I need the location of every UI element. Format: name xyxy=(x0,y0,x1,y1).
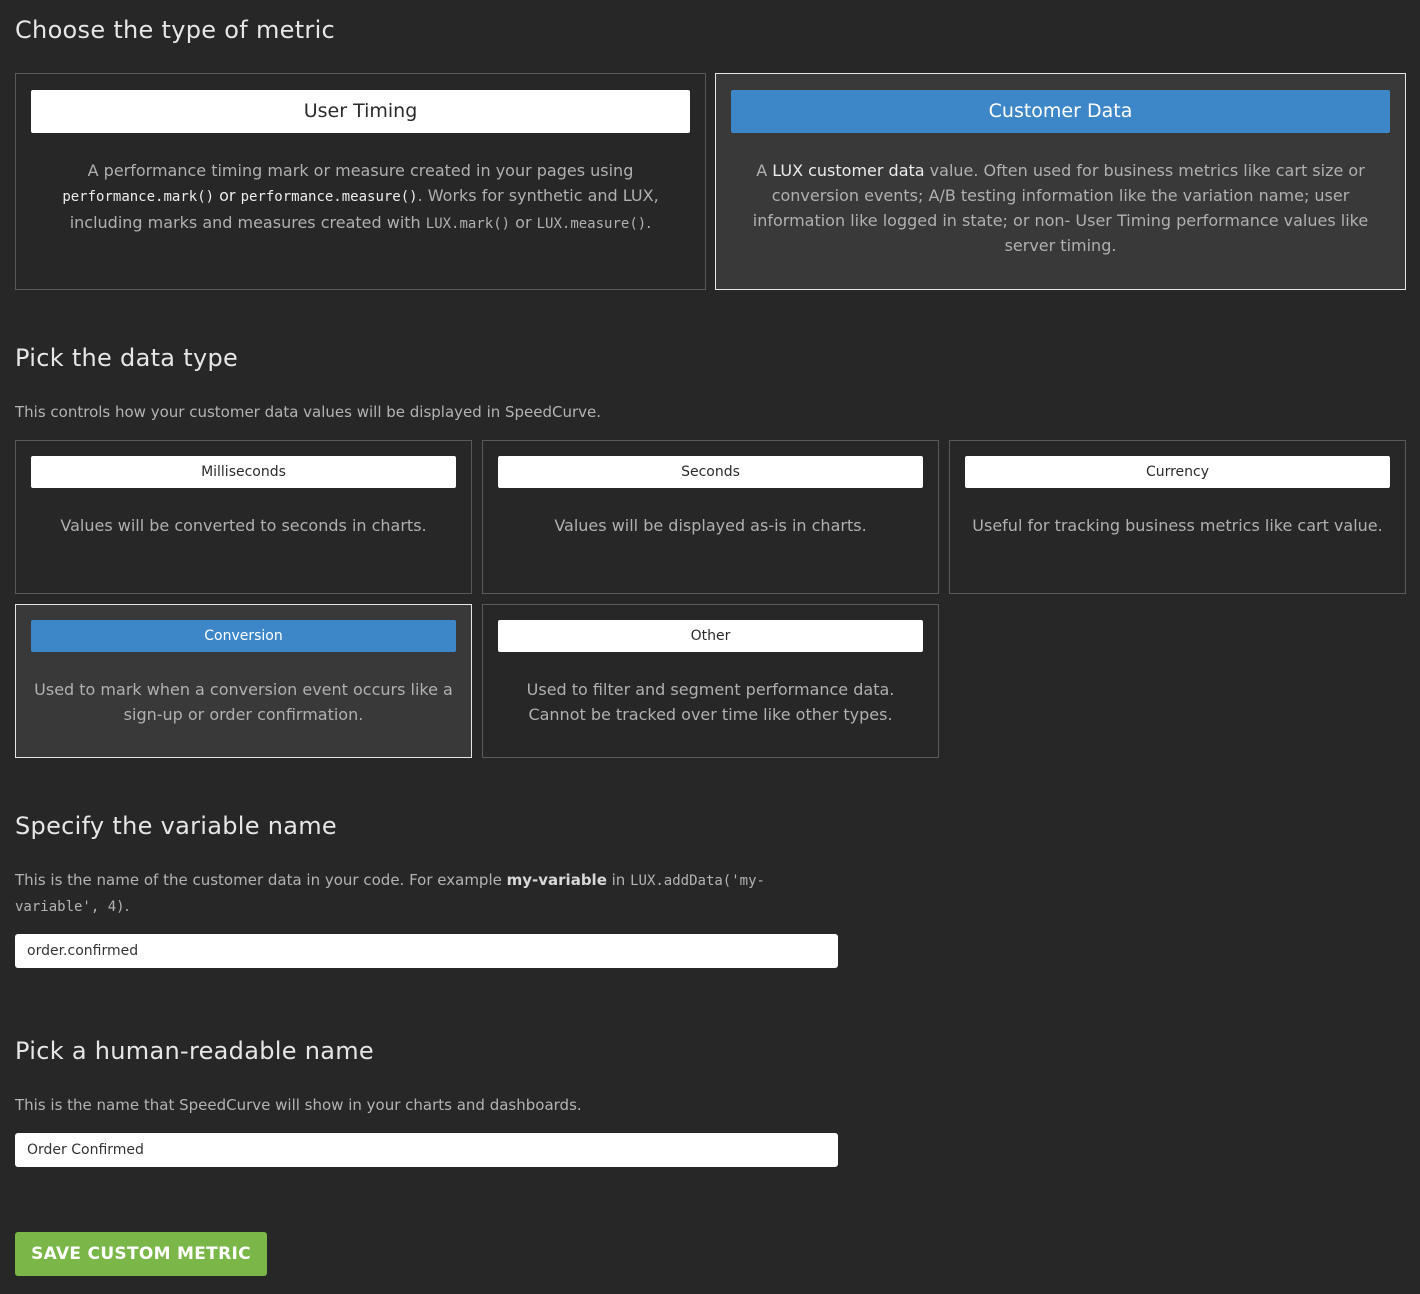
other-description: Used to filter and segment performance d… xyxy=(526,680,895,724)
human-name-heading: Pick a human-readable name xyxy=(15,1037,374,1065)
milliseconds-button[interactable]: Milliseconds xyxy=(31,456,456,488)
conversion-description: Used to mark when a conversion event occ… xyxy=(34,680,453,724)
other-button[interactable]: Other xyxy=(498,620,923,652)
currency-description: Useful for tracking business metrics lik… xyxy=(972,516,1383,535)
data-type-seconds-card[interactable]: Seconds Values will be displayed as-is i… xyxy=(482,440,939,594)
variable-name-input[interactable] xyxy=(15,934,838,968)
data-type-other-card[interactable]: Other Used to filter and segment perform… xyxy=(482,604,939,758)
user-timing-description: A performance timing mark or measure cre… xyxy=(62,161,659,232)
variable-name-description: This is the name of the customer data in… xyxy=(15,871,765,915)
data-type-heading: Pick the data type xyxy=(15,344,239,372)
human-name-description: This is the name that SpeedCurve will sh… xyxy=(15,1096,582,1114)
metric-type-user-timing-card[interactable]: User Timing A performance timing mark or… xyxy=(15,73,706,290)
conversion-button[interactable]: Conversion xyxy=(31,620,456,652)
seconds-button[interactable]: Seconds xyxy=(498,456,923,488)
data-type-currency-card[interactable]: Currency Useful for tracking business me… xyxy=(949,440,1406,594)
customer-data-button[interactable]: Customer Data xyxy=(731,90,1390,133)
metric-type-customer-data-card[interactable]: Customer Data A LUX customer data value.… xyxy=(715,73,1406,290)
user-timing-button[interactable]: User Timing xyxy=(31,90,690,133)
customer-data-description: A LUX customer data value. Often used fo… xyxy=(752,161,1369,255)
data-type-milliseconds-card[interactable]: Milliseconds Values will be converted to… xyxy=(15,440,472,594)
milliseconds-description: Values will be converted to seconds in c… xyxy=(60,516,427,535)
metric-type-heading: Choose the type of metric xyxy=(15,16,336,44)
data-type-description: This controls how your customer data val… xyxy=(15,403,602,421)
currency-button[interactable]: Currency xyxy=(965,456,1390,488)
seconds-description: Values will be displayed as-is in charts… xyxy=(554,516,867,535)
variable-name-heading: Specify the variable name xyxy=(15,812,337,840)
human-name-input[interactable] xyxy=(15,1133,838,1167)
data-type-conversion-card[interactable]: Conversion Used to mark when a conversio… xyxy=(15,604,472,758)
save-custom-metric-button[interactable]: SAVE CUSTOM METRIC xyxy=(15,1232,267,1276)
